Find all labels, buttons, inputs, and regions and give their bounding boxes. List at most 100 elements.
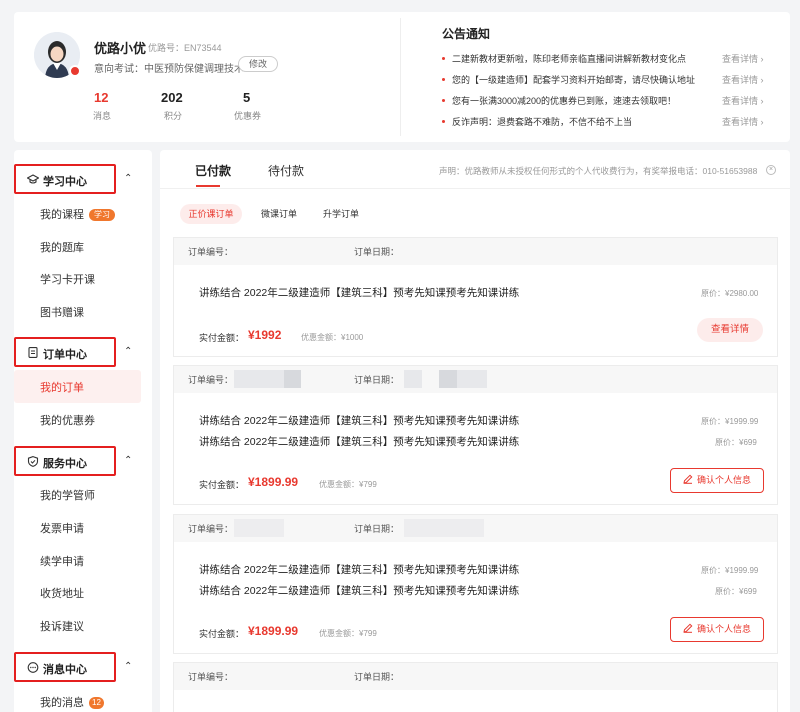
- chevron-up-icon[interactable]: ⌃: [124, 455, 132, 466]
- anti-fraud-statement: 声明：优路教师从未授权任何形式的个人代收费行为，有奖举报电话：010-51653…: [439, 166, 758, 176]
- tabs-divider: [160, 188, 790, 189]
- redacted-order-number: [234, 519, 284, 537]
- order-card: 订单编号： 订单日期： 讲练结合 2022年二级建造师【建筑三科】预考先知课预考…: [173, 237, 778, 357]
- course-title[interactable]: 讲练结合 2022年二级建造师【建筑三科】预考先知课预考先知课讲练: [199, 285, 519, 300]
- view-details-button[interactable]: 查看详情: [697, 318, 763, 342]
- sidebar-item-my-question-bank[interactable]: 我的题库: [40, 239, 84, 255]
- active-tab-indicator: [196, 185, 220, 187]
- message-count-badge: 12: [89, 697, 104, 709]
- edit-pencil-icon: [683, 474, 693, 484]
- sidebar-item-label: 我的消息: [40, 697, 84, 709]
- confirm-button-label: 确认个人信息: [696, 475, 751, 485]
- paid-amount-label: 实付金额：: [199, 333, 245, 343]
- confirm-personal-info-button[interactable]: 确认个人信息: [670, 617, 764, 642]
- notice-item[interactable]: 您有一张满3000减200的优惠券已到账，速速去领取吧！ 查看详情 ›: [442, 94, 780, 108]
- order-header: 订单编号： 订单日期：: [174, 366, 777, 393]
- document-icon: [27, 347, 39, 358]
- sidebar-section-label: 学习中心: [43, 176, 87, 188]
- discount-amount: 优惠金额：¥799: [319, 629, 377, 638]
- sidebar-item-complaint[interactable]: 投诉建议: [40, 618, 84, 634]
- study-badge: 学习: [89, 209, 115, 221]
- orders-panel: 已付款 待付款 声明：优路教师从未授权任何形式的个人代收费行为，有奖举报电话：0…: [160, 150, 790, 712]
- stat-points-count[interactable]: 202: [161, 90, 183, 105]
- notice-text[interactable]: 您有一张满3000减200的优惠券已到账，速速去领取吧！: [452, 94, 702, 107]
- sidebar: 学习中心 ⌃ 我的课程 学习 我的题库 学习卡开课 图书赠课 订单中心 ⌃ 我的订…: [14, 150, 152, 712]
- redacted-order-number: [284, 370, 301, 388]
- bullet-icon: [442, 78, 445, 81]
- order-date-label: 订单日期：: [354, 524, 400, 534]
- notice-item[interactable]: 反诈声明：退费套路不难防，不信不给不上当 查看详情 ›: [442, 115, 780, 129]
- confirm-button-label: 确认个人信息: [696, 624, 751, 634]
- chat-icon: [27, 662, 39, 673]
- notice-item[interactable]: 您的【一级建造师】配套学习资料开始邮寄，请尽快确认地址 查看详情 ›: [442, 73, 780, 87]
- course-title[interactable]: 讲练结合 2022年二级建造师【建筑三科】预考先知课预考先知课讲练: [199, 413, 519, 428]
- notice-item[interactable]: 二建新教材更新啦，陈印老师亲临直播间讲解新教材变化点 查看详情 ›: [442, 52, 780, 66]
- notice-more-link[interactable]: 查看详情 ›: [722, 73, 764, 86]
- notice-text[interactable]: 您的【一级建造师】配套学习资料开始邮寄，请尽快确认地址: [452, 73, 702, 86]
- sidebar-item-my-orders[interactable]: 我的订单: [40, 379, 84, 395]
- edit-pencil-icon: [683, 623, 693, 633]
- sidebar-section-label: 订单中心: [43, 349, 87, 361]
- course-title[interactable]: 讲练结合 2022年二级建造师【建筑三科】预考先知课预考先知课讲练: [199, 562, 519, 577]
- chevron-up-icon[interactable]: ⌃: [124, 173, 132, 184]
- paid-amount-label: 实付金额：: [199, 629, 245, 639]
- chevron-up-icon[interactable]: ⌃: [124, 346, 132, 357]
- subtab-advance-orders[interactable]: 升学订单: [314, 204, 368, 224]
- chevron-up-icon[interactable]: ⌃: [124, 661, 132, 672]
- stat-messages-count[interactable]: 12: [94, 90, 108, 105]
- tab-paid[interactable]: 已付款: [195, 162, 231, 179]
- sidebar-section-orders[interactable]: 订单中心: [14, 337, 116, 367]
- sidebar-item-my-tutor[interactable]: 我的学管师: [40, 487, 95, 503]
- stat-coupons-label: 优惠券: [234, 111, 262, 121]
- stat-messages-label: 消息: [93, 111, 112, 121]
- redacted-order-number: [234, 370, 284, 388]
- stat-coupons-count[interactable]: 5: [243, 90, 250, 105]
- paid-amount: ¥1899.99: [248, 624, 299, 638]
- bullet-icon: [442, 120, 445, 123]
- sidebar-section-study[interactable]: 学习中心: [14, 164, 116, 194]
- order-card: 订单编号： 订单日期： 讲练结合 2022年二级建造师【建筑三科】预考先知课预考…: [173, 365, 778, 505]
- sidebar-item-my-courses[interactable]: 我的课程 学习: [40, 206, 115, 222]
- paid-amount: ¥1899.99: [248, 475, 299, 489]
- order-card: 订单编号： 订单日期： 讲练结合 2022年二级建造师【建筑三科】预考先知课预考…: [173, 514, 778, 654]
- graduation-cap-icon: [26, 174, 40, 185]
- course-title[interactable]: 讲练结合 2022年二级建造师【建筑三科】预考先知课预考先知课讲练: [199, 583, 519, 598]
- sidebar-item-address[interactable]: 收货地址: [40, 585, 84, 601]
- notice-more-link[interactable]: 查看详情 ›: [722, 52, 764, 65]
- bullet-icon: [442, 57, 445, 60]
- order-header: 订单编号： 订单日期：: [174, 238, 777, 265]
- sidebar-item-renewal[interactable]: 续学申请: [40, 553, 84, 569]
- original-price: 原价：¥1999.99: [701, 417, 759, 426]
- original-price: 原价：¥2980.00: [701, 289, 759, 298]
- sidebar-section-service[interactable]: 服务中心: [14, 446, 116, 476]
- course-title[interactable]: 讲练结合 2022年二级建造师【建筑三科】预考先知课预考先知课讲练: [199, 434, 519, 449]
- notice-text[interactable]: 反诈声明：退费套路不难防，不信不给不上当: [452, 115, 702, 128]
- sidebar-item-book-gift[interactable]: 图书赠课: [40, 304, 84, 320]
- sidebar-item-my-messages[interactable]: 我的消息 12: [40, 694, 104, 710]
- confirm-personal-info-button[interactable]: 确认个人信息: [670, 468, 764, 493]
- original-price: 原价：¥1999.99: [701, 566, 759, 575]
- tab-unpaid[interactable]: 待付款: [268, 162, 304, 179]
- subtab-micro-orders[interactable]: 微课订单: [252, 204, 306, 224]
- paid-amount-label: 实付金额：: [199, 480, 245, 490]
- order-header: 订单编号： 订单日期：: [174, 663, 777, 690]
- sidebar-item-invoice[interactable]: 发票申请: [40, 520, 84, 536]
- edit-intent-button[interactable]: 修改: [238, 56, 278, 72]
- order-header: 订单编号： 订单日期：: [174, 515, 777, 542]
- close-icon[interactable]: ×: [766, 165, 776, 175]
- redacted-order-date: [404, 370, 422, 388]
- avatar-status-badge: [69, 65, 81, 77]
- subtab-regular-orders[interactable]: 正价课订单: [180, 204, 242, 224]
- user-name: 优路小优: [94, 41, 147, 56]
- intent-exam: 意向考试：中医预防保健调理技术: [94, 64, 244, 75]
- notice-more-link[interactable]: 查看详情 ›: [722, 94, 764, 107]
- notice-more-link[interactable]: 查看详情 ›: [722, 115, 764, 128]
- stat-points-label: 积分: [164, 111, 183, 121]
- sidebar-item-card-activation[interactable]: 学习卡开课: [40, 271, 95, 287]
- notice-text[interactable]: 二建新教材更新啦，陈印老师亲临直播间讲解新教材变化点: [452, 52, 702, 65]
- sidebar-item-my-coupons[interactable]: 我的优惠券: [40, 412, 95, 428]
- sidebar-section-messages[interactable]: 消息中心: [14, 652, 116, 682]
- discount-amount: 优惠金额：¥1000: [301, 333, 364, 342]
- paid-amount: ¥1992: [248, 328, 282, 342]
- redacted-order-date: [404, 519, 484, 537]
